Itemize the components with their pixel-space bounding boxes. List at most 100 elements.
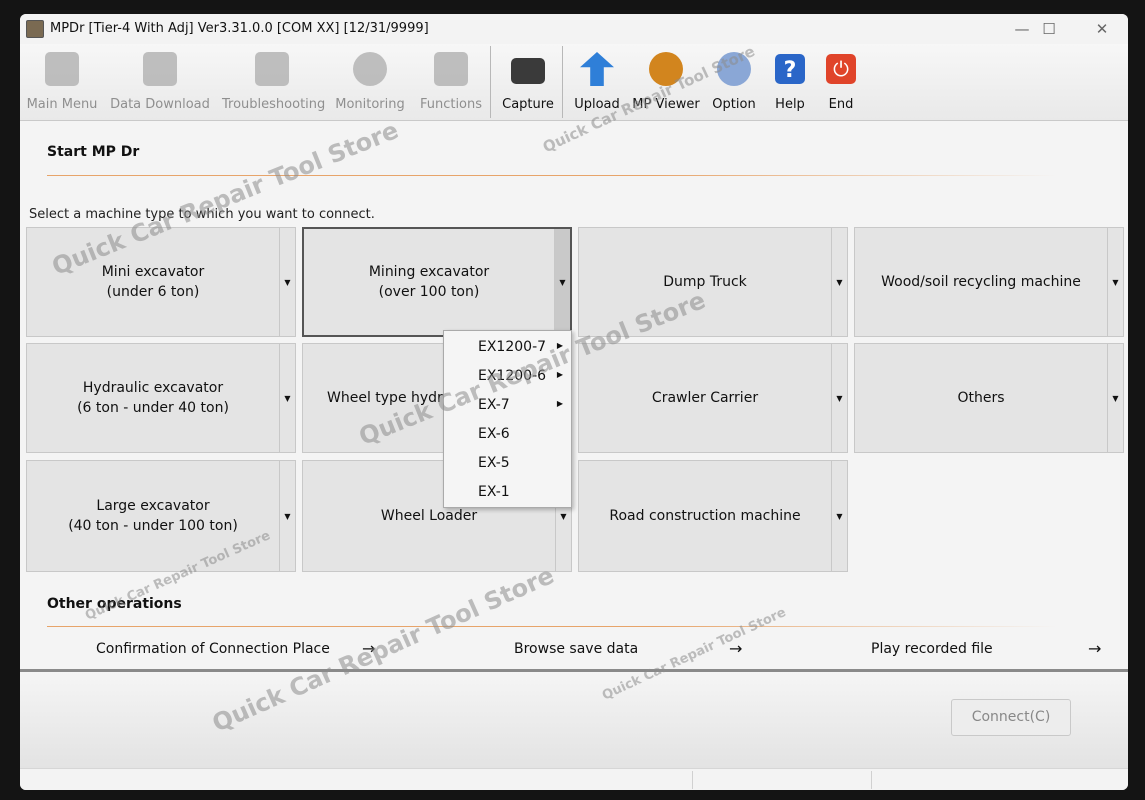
dropdown-arrow-icon[interactable]: ▼ bbox=[1107, 228, 1123, 336]
toolbar-separator bbox=[490, 46, 491, 118]
menu-item-label: EX-7 bbox=[478, 397, 510, 413]
title-bar: MPDr [Tier-4 With Adj] Ver3.31.0.0 [COM … bbox=[20, 14, 1128, 44]
toolbar-label: Main Menu bbox=[26, 97, 98, 112]
section-divider bbox=[47, 175, 1057, 176]
mp-viewer-icon bbox=[649, 52, 683, 86]
machine-hydraulic-excavator[interactable]: Hydraulic excavator (6 ton - under 40 ton… bbox=[26, 343, 296, 453]
dropdown-arrow-icon[interactable]: ▼ bbox=[831, 228, 847, 336]
toolbar-label: End bbox=[828, 97, 854, 112]
upload-arrow-icon bbox=[580, 52, 614, 86]
toolbar-label: MP Viewer bbox=[632, 97, 700, 112]
main-menu-icon bbox=[45, 52, 79, 86]
machine-label: Others bbox=[957, 390, 1005, 406]
machine-road-construction[interactable]: Road construction machine ▼ bbox=[578, 460, 848, 572]
arrow-right-icon[interactable]: → bbox=[729, 639, 742, 658]
toolbar-upload[interactable]: Upload bbox=[568, 44, 626, 120]
menu-item-ex1200-7[interactable]: EX1200-7 ▶ bbox=[444, 332, 571, 361]
toolbar-label: Option bbox=[712, 97, 756, 112]
toolbar-data-download[interactable]: Data Download bbox=[110, 44, 210, 120]
toolbar-troubleshooting[interactable]: Troubleshooting bbox=[222, 44, 325, 120]
toolbar-help[interactable]: ? Help bbox=[768, 44, 812, 120]
app-window: MPDr [Tier-4 With Adj] Ver3.31.0.0 [COM … bbox=[20, 14, 1128, 790]
op-play-recorded-file[interactable]: Play recorded file bbox=[871, 641, 993, 657]
toolbar-label: Functions bbox=[419, 97, 483, 112]
close-button[interactable]: ✕ bbox=[1082, 18, 1122, 40]
machine-wood-soil-recycling[interactable]: Wood/soil recycling machine ▼ bbox=[854, 227, 1124, 337]
help-icon: ? bbox=[775, 54, 805, 84]
machine-crawler-carrier[interactable]: Crawler Carrier ▼ bbox=[578, 343, 848, 453]
machine-label: Mini excavator bbox=[101, 264, 205, 280]
arrow-right-icon[interactable]: → bbox=[362, 639, 375, 658]
dropdown-arrow-icon[interactable]: ▼ bbox=[554, 229, 570, 335]
menu-item-ex-6[interactable]: EX-6 bbox=[444, 419, 571, 448]
submenu-arrow-icon: ▶ bbox=[556, 370, 563, 379]
machine-label: Dump Truck bbox=[663, 274, 747, 290]
toolbar-main-menu[interactable]: Main Menu bbox=[24, 44, 100, 120]
machine-label: Large excavator bbox=[96, 498, 210, 514]
menu-item-label: EX-6 bbox=[478, 426, 510, 442]
toolbar: Main Menu Data Download Troubleshooting … bbox=[20, 44, 1128, 121]
maximize-button[interactable]: ☐ bbox=[1029, 18, 1069, 40]
menu-item-ex-7[interactable]: EX-7 ▶ bbox=[444, 390, 571, 419]
instruction-text: Select a machine type to which you want … bbox=[29, 207, 375, 222]
dropdown-arrow-icon[interactable]: ▼ bbox=[1107, 344, 1123, 452]
toolbar-monitoring[interactable]: Monitoring bbox=[332, 44, 408, 120]
toolbar-option[interactable]: Option bbox=[708, 44, 760, 120]
start-section-title: Start MP Dr bbox=[47, 144, 140, 160]
toolbar-capture[interactable]: Capture bbox=[496, 44, 560, 120]
section-divider bbox=[47, 626, 1057, 627]
machine-label: Wood/soil recycling machine bbox=[881, 274, 1081, 290]
machine-mining-excavator[interactable]: Mining excavator (over 100 ton) ▼ bbox=[302, 227, 572, 337]
op-browse-save-data[interactable]: Browse save data bbox=[514, 641, 638, 657]
connect-button[interactable]: Connect(C) bbox=[951, 699, 1071, 736]
dropdown-arrow-icon[interactable]: ▼ bbox=[279, 344, 295, 452]
dropdown-arrow-icon[interactable]: ▼ bbox=[831, 344, 847, 452]
toolbar-separator bbox=[562, 46, 563, 118]
option-gears-icon bbox=[717, 52, 751, 86]
gauge-icon bbox=[353, 52, 387, 86]
menu-item-ex1200-6[interactable]: EX1200-6 ▶ bbox=[444, 361, 571, 390]
dropdown-arrow-icon[interactable]: ▼ bbox=[279, 228, 295, 336]
arrow-right-icon[interactable]: → bbox=[1088, 639, 1101, 658]
toolbar-label: Monitoring bbox=[335, 97, 405, 112]
machine-sublabel: (over 100 ton) bbox=[378, 284, 480, 300]
machine-dump-truck[interactable]: Dump Truck ▼ bbox=[578, 227, 848, 337]
toolbar-label: Help bbox=[775, 97, 805, 112]
toolbar-functions[interactable]: Functions bbox=[416, 44, 486, 120]
machine-mini-excavator[interactable]: Mini excavator (under 6 ton) ▼ bbox=[26, 227, 296, 337]
menu-item-ex-1[interactable]: EX-1 bbox=[444, 477, 571, 506]
toolbar-label: Upload bbox=[574, 97, 620, 112]
machine-label: Wheel Loader bbox=[380, 508, 478, 524]
dropdown-arrow-icon[interactable]: ▼ bbox=[831, 461, 847, 571]
toolbar-mp-viewer[interactable]: MP Viewer bbox=[632, 44, 700, 120]
app-icon bbox=[26, 20, 44, 38]
toolbar-label: Capture bbox=[502, 97, 554, 112]
machine-sublabel: (40 ton - under 100 ton) bbox=[68, 518, 238, 534]
toolbar-label: Data Download bbox=[110, 97, 210, 112]
machine-label: Crawler Carrier bbox=[651, 390, 759, 406]
mining-excavator-menu: EX1200-7 ▶ EX1200-6 ▶ EX-7 ▶ EX-6 EX-5 EX-1 bbox=[443, 330, 572, 508]
stethoscope-icon bbox=[255, 52, 289, 86]
window-title: MPDr [Tier-4 With Adj] Ver3.31.0.0 [COM … bbox=[50, 21, 429, 36]
machine-large-excavator[interactable]: Large excavator (40 ton - under 100 ton) … bbox=[26, 460, 296, 572]
submenu-arrow-icon: ▶ bbox=[556, 341, 563, 350]
main-content: Start MP Dr Select a machine type to whi… bbox=[20, 121, 1128, 672]
menu-item-label: EX-1 bbox=[478, 484, 510, 500]
power-icon: ⏻ bbox=[826, 54, 856, 84]
machine-sublabel: (under 6 ton) bbox=[106, 284, 200, 300]
toolbar-end[interactable]: ⏻ End bbox=[820, 44, 862, 120]
menu-item-label: EX-5 bbox=[478, 455, 510, 471]
op-confirmation-connection-place[interactable]: Confirmation of Connection Place bbox=[96, 641, 330, 657]
data-download-icon bbox=[143, 52, 177, 86]
machine-sublabel: (6 ton - under 40 ton) bbox=[77, 400, 229, 416]
gears-icon bbox=[434, 52, 468, 86]
submenu-arrow-icon: ▶ bbox=[556, 399, 563, 408]
dropdown-arrow-icon[interactable]: ▼ bbox=[279, 461, 295, 571]
menu-item-label: EX1200-6 bbox=[478, 368, 547, 384]
camera-icon bbox=[511, 58, 545, 84]
machine-label: Hydraulic excavator bbox=[82, 380, 224, 396]
menu-item-label: EX1200-7 bbox=[478, 339, 547, 355]
machine-label: Road construction machine bbox=[609, 508, 801, 524]
menu-item-ex-5[interactable]: EX-5 bbox=[444, 448, 571, 477]
machine-others[interactable]: Others ▼ bbox=[854, 343, 1124, 453]
